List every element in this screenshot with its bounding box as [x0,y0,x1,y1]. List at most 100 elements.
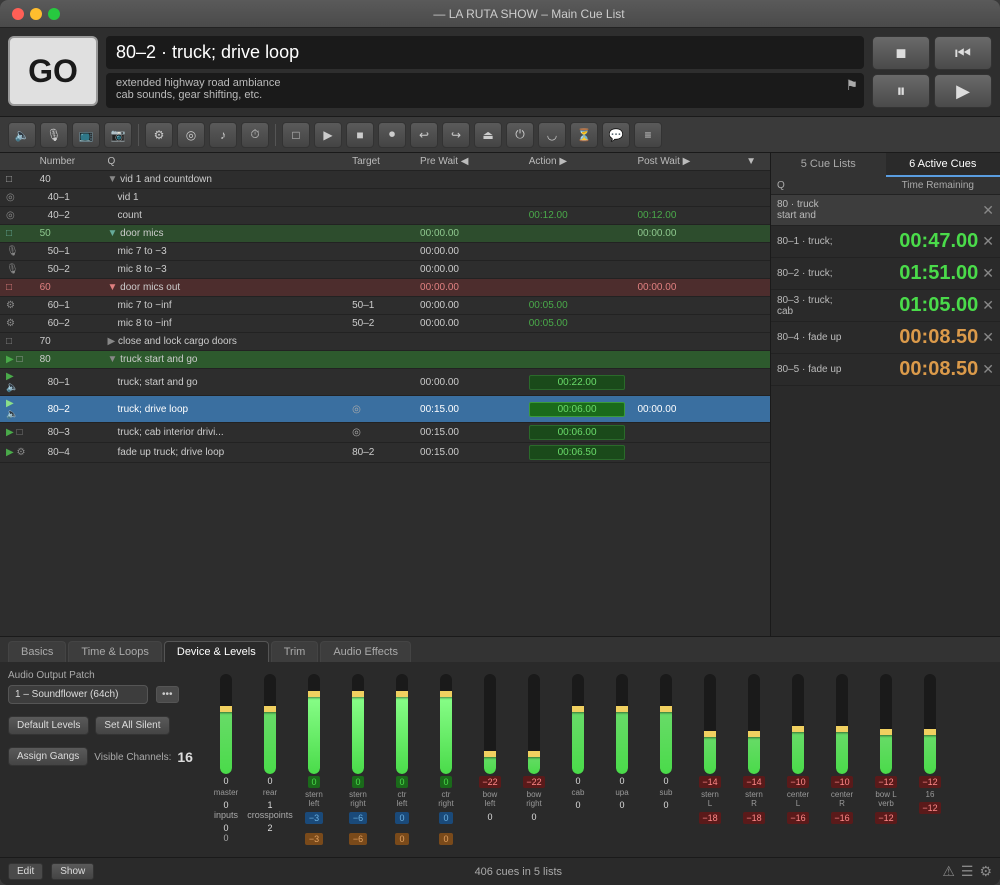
table-row[interactable]: □ 70 ▶ close and lock cargo doors [0,333,770,351]
fader-sub-value: −12 [875,812,896,824]
row-action [523,261,632,279]
tab-device-levels[interactable]: Device & Levels [164,641,269,662]
play-button[interactable]: ▶ [934,74,992,108]
fader-track[interactable] [924,674,936,774]
fader-sub-value: 0 [575,800,580,810]
toolbar-chat-btn[interactable]: 💬 [602,122,630,148]
toolbar-circle-btn[interactable]: ◎ [177,122,205,148]
row-icon: ▶ 🔈 [0,369,34,396]
fader-track[interactable] [792,674,804,774]
stop-button[interactable]: ■ [872,36,930,70]
active-cue-close-btn[interactable]: ✕ [982,202,994,219]
cue-table-container[interactable]: Number Q Target Pre Wait ◀ Action ▶ Post… [0,153,770,636]
toolbar-camera-btn[interactable]: 📷 [104,122,132,148]
default-levels-button[interactable]: Default Levels [8,716,89,735]
zoom-button[interactable] [48,8,60,20]
toolbar-rec-btn[interactable]: ⏺ [378,122,406,148]
edit-button[interactable]: Edit [8,863,43,880]
table-row[interactable]: ▶ □ 80–3 truck; cab interior drivi... ◎ … [0,423,770,443]
row-number: 40 [34,171,102,189]
active-cue-close-btn[interactable]: ✕ [982,361,994,378]
table-row[interactable]: 🎙 50–2 mic 8 to −3 00:00.00 [0,261,770,279]
tab-active-cues[interactable]: 6 Active Cues [886,153,1000,177]
fader-track[interactable] [220,674,232,774]
fader-track[interactable] [660,674,672,774]
toolbar-stop-btn[interactable]: □ [282,122,310,148]
active-cue-close-btn[interactable]: ✕ [982,233,994,250]
active-cue-close-btn[interactable]: ✕ [982,329,994,346]
tab-time-loops[interactable]: Time & Loops [68,641,161,662]
toolbar-gear-btn[interactable]: ⚙ [145,122,173,148]
fader-track[interactable] [264,674,276,774]
fader-center-r: −10 centerR −16 [822,674,862,845]
toolbar-mic-btn[interactable]: 🎙 [40,122,68,148]
fader-ctr-left: 0 ctrleft 0 0 [382,674,422,845]
table-row[interactable]: ◎ 40–1 vid 1 [0,189,770,207]
table-row[interactable]: 🎙 50–1 mic 7 to −3 00:00.00 [0,243,770,261]
set-all-silent-button[interactable]: Set All Silent [95,716,169,735]
table-row[interactable]: ▶ 🔈 80–2 truck; drive loop ◎ 00:15.00 00… [0,396,770,423]
table-row[interactable]: ▶ ⚙ 80–4 fade up truck; drive loop 80–2 … [0,443,770,463]
tab-cue-lists[interactable]: 5 Cue Lists [771,153,886,177]
toolbar-eject-btn[interactable]: ⏏ [474,122,502,148]
faders-container: 0 master 0 inputs 0 0 0 re [206,670,992,849]
fader-bow-l-verb: −12 bow Lverb −12 [866,674,906,845]
table-row[interactable]: ⚙ 60–1 mic 7 to −inf 50–1 00:00.00 00:05… [0,297,770,315]
toolbar-clock-btn[interactable]: ⏱ [241,122,269,148]
tab-basics[interactable]: Basics [8,641,66,662]
skip-back-button[interactable]: ⏮ [934,36,992,70]
toolbar-play-btn[interactable]: ▶ [314,122,342,148]
row-prewait: 00:00.00 [414,243,523,261]
tab-trim[interactable]: Trim [271,641,319,662]
fader-track[interactable] [748,674,760,774]
fader-track[interactable] [352,674,364,774]
stop-icon: ■ [896,43,907,64]
go-button[interactable]: GO [8,36,98,106]
show-button[interactable]: Show [51,863,94,880]
minimize-button[interactable] [30,8,42,20]
toolbar-music-btn[interactable]: ♪ [209,122,237,148]
row-prewait: 00:00.00 [414,225,523,243]
fader-handle [572,706,584,712]
close-button[interactable] [12,8,24,20]
toolbar-timer-btn[interactable]: ⏳ [570,122,598,148]
fader-fill [792,729,804,774]
fader-row3-label: 0 [223,833,228,843]
assign-gangs-button[interactable]: Assign Gangs [8,747,88,766]
toolbar-end-btn[interactable]: ■ [346,122,374,148]
table-row[interactable]: ▶ □ 80 ▼ truck start and go [0,351,770,369]
pause-button[interactable]: ⏸ [872,74,930,108]
fader-track[interactable] [704,674,716,774]
fader-track[interactable] [572,674,584,774]
dots-button[interactable]: ••• [156,686,179,703]
audio-output-select[interactable]: 1 – Soundflower (64ch) [8,685,148,704]
bottom-panel: Basics Time & Loops Device & Levels Trim… [0,636,1000,857]
fader-track[interactable] [880,674,892,774]
row-target: 80–2 [346,443,414,463]
toolbar-menu-btn[interactable]: ≡ [634,122,662,148]
toolbar-redo-btn[interactable]: ↪ [442,122,470,148]
fader-track[interactable] [308,674,320,774]
toolbar-video-btn[interactable]: 📺 [72,122,100,148]
fader-track[interactable] [396,674,408,774]
active-cue-close-btn[interactable]: ✕ [982,265,994,282]
toolbar-undo-btn[interactable]: ↩ [410,122,438,148]
table-row[interactable]: ◎ 40–2 count 00:12.00 00:12.00 [0,207,770,225]
table-row[interactable]: □ 50 ▼ door mics 00:00.00 00:00.00 [0,225,770,243]
table-row[interactable]: ▶ 🔈 80–1 truck; start and go 00:00.00 00… [0,369,770,396]
fader-track[interactable] [528,674,540,774]
toolbar-speaker-btn[interactable]: 🔈 [8,122,36,148]
toolbar-arc-btn[interactable]: ◡ [538,122,566,148]
fader-fill [484,754,496,774]
fader-track[interactable] [616,674,628,774]
table-row[interactable]: □ 40 ▼ vid 1 and countdown [0,171,770,189]
table-row[interactable]: ⚙ 60–2 mic 8 to −inf 50–2 00:00.00 00:05… [0,315,770,333]
fader-track[interactable] [440,674,452,774]
fader-stern-r: −14 sternR −18 [734,674,774,845]
fader-track[interactable] [484,674,496,774]
table-row[interactable]: □ 60 ▼ door mics out 00:00.00 00:00.00 [0,279,770,297]
tab-audio-effects[interactable]: Audio Effects [320,641,411,662]
fader-track[interactable] [836,674,848,774]
active-cue-close-btn[interactable]: ✕ [982,297,994,314]
toolbar-power-btn[interactable]: ⏻ [506,122,534,148]
